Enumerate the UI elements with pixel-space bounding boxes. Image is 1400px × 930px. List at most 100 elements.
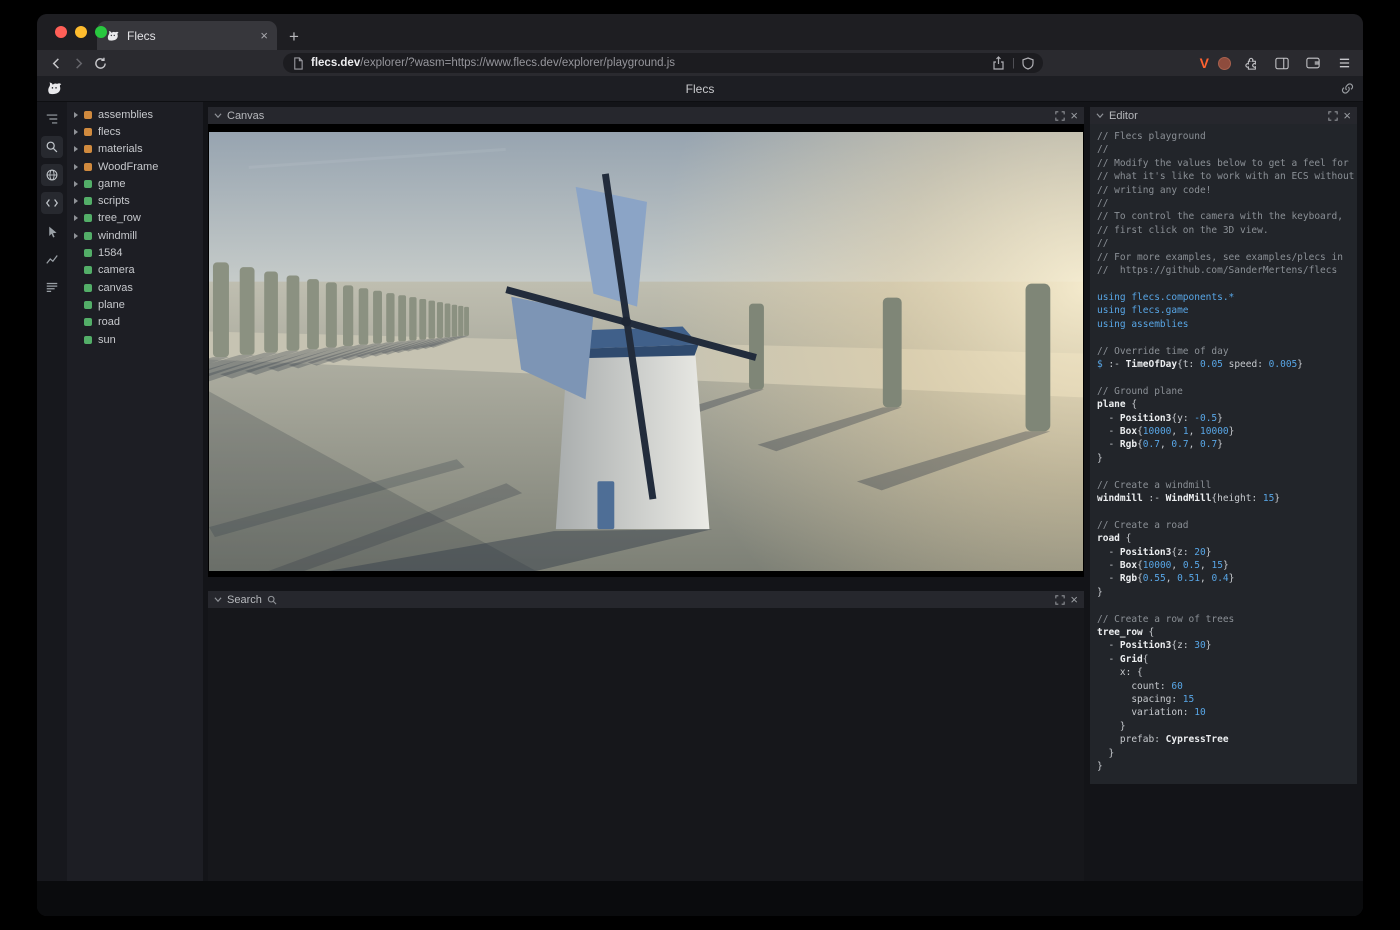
expand-caret-icon[interactable] — [74, 146, 84, 152]
tree-item-scripts[interactable]: scripts — [67, 192, 203, 209]
tree-item-sun[interactable]: sun — [67, 331, 203, 348]
share-icon[interactable] — [992, 56, 1005, 70]
tree-item-tree_row[interactable]: tree_row — [67, 210, 203, 227]
entity-swatch-icon — [84, 197, 92, 205]
tree-item-label: sun — [98, 334, 116, 346]
tree-item-WoodFrame[interactable]: WoodFrame — [67, 158, 203, 175]
chevron-down-icon[interactable] — [1096, 112, 1104, 119]
expand-caret-icon[interactable] — [74, 129, 84, 135]
url-field[interactable]: flecs.dev/explorer/?wasm=https://www.fle… — [283, 53, 1043, 73]
3d-viewport[interactable] — [208, 124, 1084, 577]
close-panel-icon[interactable]: × — [1070, 109, 1078, 122]
close-window-button[interactable] — [55, 26, 67, 38]
editor-panel-title: Editor — [1109, 110, 1138, 122]
entity-swatch-icon — [84, 336, 92, 344]
tree-item-label: flecs — [98, 126, 121, 138]
tree-item-label: WoodFrame — [98, 161, 158, 173]
editor-column: Editor × // Flecs playground//// Modify … — [1090, 102, 1363, 881]
expand-caret-icon[interactable] — [74, 164, 84, 170]
search-panel: Search × — [208, 591, 1084, 881]
forward-button[interactable] — [67, 52, 89, 74]
chevron-down-icon[interactable] — [214, 596, 222, 603]
tree-item-assemblies[interactable]: assemblies — [67, 106, 203, 123]
back-button[interactable] — [45, 52, 67, 74]
sidebar-toggle-icon[interactable] — [1271, 52, 1293, 74]
tree-item-game[interactable]: game — [67, 175, 203, 192]
search-panel-header: Search × — [208, 591, 1084, 608]
canvas-panel: Canvas × — [208, 107, 1084, 577]
tree-item-label: canvas — [98, 282, 133, 294]
tab-close-icon[interactable]: × — [260, 29, 268, 42]
inspect-icon[interactable] — [41, 220, 63, 242]
page-body: assemblies flecs materials WoodFrame gamescr… — [37, 102, 1363, 881]
tab-title: Flecs — [127, 29, 253, 43]
tree-item-label: tree_row — [98, 212, 141, 224]
stats-chart-icon[interactable] — [41, 248, 63, 270]
traffic-lights — [55, 26, 107, 38]
search-panel-icon[interactable] — [41, 136, 63, 158]
extensions-puzzle-icon[interactable] — [1240, 52, 1262, 74]
tree-item-label: road — [98, 316, 120, 328]
expand-caret-icon[interactable] — [74, 198, 84, 204]
tree-item-materials[interactable]: materials — [67, 141, 203, 158]
scene-panel-icon[interactable] — [41, 164, 63, 186]
close-panel-icon[interactable]: × — [1070, 593, 1078, 606]
entity-swatch-icon — [84, 180, 92, 188]
tree-item-label: 1584 — [98, 247, 122, 259]
editor-code[interactable]: // Flecs playground//// Modify the value… — [1090, 124, 1357, 784]
zoom-window-button[interactable] — [95, 26, 107, 38]
tree-item-label: windmill — [98, 230, 137, 242]
reload-button[interactable] — [89, 52, 111, 74]
close-panel-icon[interactable]: × — [1343, 109, 1351, 122]
new-tab-button[interactable]: + — [289, 28, 299, 45]
tree-item-plane[interactable]: plane — [67, 296, 203, 313]
browser-tab[interactable]: Flecs × — [97, 21, 277, 50]
share-link-icon[interactable] — [1341, 82, 1354, 95]
address-bar: flecs.dev/explorer/?wasm=https://www.fle… — [37, 50, 1363, 76]
fullscreen-icon[interactable] — [1055, 595, 1065, 605]
expand-caret-icon[interactable] — [74, 112, 84, 118]
entity-swatch-icon — [84, 301, 92, 309]
tree-item-road[interactable]: road — [67, 314, 203, 331]
expand-caret-icon[interactable] — [74, 215, 84, 221]
entity-swatch-icon — [84, 232, 92, 240]
expand-caret-icon[interactable] — [74, 181, 84, 187]
windmill-scene-image — [209, 132, 1083, 571]
tree-panel-icon[interactable] — [41, 108, 63, 130]
page-info-icon[interactable] — [292, 57, 304, 70]
fullscreen-icon[interactable] — [1055, 111, 1065, 121]
tree-item-1584[interactable]: 1584 — [67, 244, 203, 261]
editor-panel: Editor × // Flecs playground//// Modify … — [1090, 107, 1357, 784]
chevron-down-icon[interactable] — [214, 112, 222, 119]
wallet-icon[interactable] — [1302, 52, 1324, 74]
tree-item-label: camera — [98, 264, 135, 276]
fullscreen-icon[interactable] — [1328, 111, 1338, 121]
editor-panel-icon[interactable] — [41, 192, 63, 214]
menu-icon[interactable] — [1333, 52, 1355, 74]
tree-item-flecs[interactable]: flecs — [67, 123, 203, 140]
tree-item-camera[interactable]: camera — [67, 262, 203, 279]
module-swatch-icon — [84, 128, 92, 136]
url-domain: flecs.dev — [311, 57, 360, 69]
icon-rail — [37, 102, 67, 881]
expand-caret-icon[interactable] — [74, 233, 84, 239]
tree-item-windmill[interactable]: windmill — [67, 227, 203, 244]
center-column: Canvas × — [203, 102, 1090, 881]
extension-dot-icon[interactable] — [1218, 57, 1231, 70]
url-path: /explorer/?wasm=https://www.flecs.dev/ex… — [360, 57, 675, 69]
memory-rows-icon[interactable] — [41, 276, 63, 298]
entity-swatch-icon — [84, 249, 92, 257]
entity-swatch-icon — [84, 214, 92, 222]
tab-favicon-flecs-logo-icon — [106, 29, 120, 43]
minimize-window-button[interactable] — [75, 26, 87, 38]
entity-swatch-icon — [84, 284, 92, 292]
canvas-panel-title: Canvas — [227, 110, 264, 122]
pill-divider: | — [1012, 57, 1015, 69]
search-results-area[interactable] — [208, 608, 1084, 881]
module-swatch-icon — [84, 163, 92, 171]
tree-item-canvas[interactable]: canvas — [67, 279, 203, 296]
shield-icon[interactable] — [1022, 57, 1034, 70]
tree-item-label: materials — [98, 143, 143, 155]
tree-item-label: plane — [98, 299, 125, 311]
extension-v-icon[interactable]: V — [1200, 55, 1209, 71]
